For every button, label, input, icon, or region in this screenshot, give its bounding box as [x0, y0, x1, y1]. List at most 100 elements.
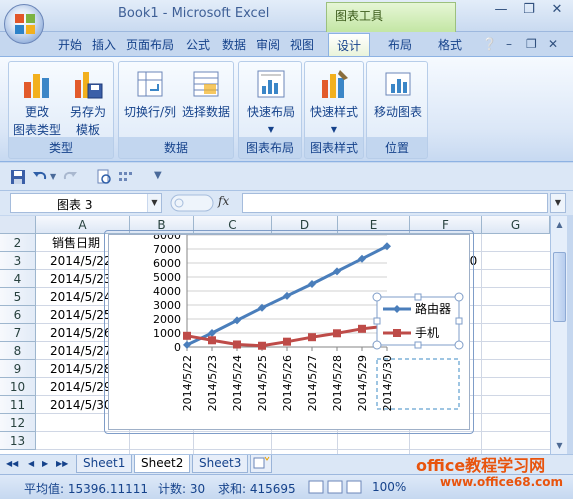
next-sheet-icon[interactable]: ▶ [42, 459, 48, 468]
change-chart-type-button[interactable]: 更改 图表类型 [13, 68, 61, 139]
row-header-13[interactable]: 13 [0, 432, 36, 450]
cell-a5[interactable]: 2014/5/24 [50, 288, 112, 306]
chart-type-icon [24, 74, 49, 98]
legend-handle[interactable] [455, 317, 463, 325]
series-point-1 [283, 337, 291, 346]
legend-handle[interactable] [454, 340, 464, 350]
customize-qat-icon[interactable]: ▼ [154, 170, 170, 186]
row-header-11[interactable]: 11 [0, 396, 36, 414]
tab-design[interactable]: 设计 [328, 33, 371, 57]
cell-a4[interactable]: 2014/5/23 [50, 270, 112, 288]
insert-sheet-icon [253, 456, 270, 469]
tab-data[interactable]: 数据 [222, 36, 246, 54]
series-point-1 [208, 336, 216, 345]
legend-handle[interactable] [372, 292, 382, 302]
quick-layout-button[interactable]: 快速布局 ▼ [241, 68, 301, 139]
row-header-6[interactable]: 6 [0, 306, 36, 324]
cell-a7[interactable]: 2014/5/26 [50, 324, 112, 342]
move-chart-button[interactable]: 移动图表 [369, 68, 427, 121]
ribbon-restore-icon[interactable]: ❐ [526, 37, 537, 51]
row-header-10[interactable]: 10 [0, 378, 36, 396]
ribbon-minimize-icon[interactable]: – [506, 37, 512, 51]
formula-bar: 图表 3 ▼ fx ▼ [0, 191, 573, 215]
prev-sheet-icon[interactable]: ◀ [28, 459, 34, 468]
last-sheet-icon[interactable]: ▶▶ [56, 459, 68, 468]
legend-handle[interactable] [372, 340, 382, 350]
y-tick-label: 3000 [153, 299, 181, 312]
print-preview-icon[interactable] [96, 169, 112, 185]
select-data-button[interactable]: 选择数据 [179, 68, 233, 121]
row-header-7[interactable]: 7 [0, 324, 36, 342]
first-sheet-icon[interactable]: ◀◀ [6, 459, 18, 468]
save-icon[interactable] [10, 169, 26, 185]
switch-row-column-icon [137, 71, 163, 97]
scroll-down-icon[interactable]: ▼ [552, 438, 567, 453]
close-button[interactable]: ✕ [544, 2, 570, 20]
cell-a3[interactable]: 2014/5/22 [50, 252, 112, 270]
column-header-g[interactable]: G [482, 216, 550, 234]
insert-sheet-button[interactable] [250, 455, 272, 473]
legend-handle[interactable] [454, 292, 464, 302]
scroll-up-icon[interactable]: ▲ [552, 217, 567, 232]
x-tick-label: 2014/5/22 [181, 355, 194, 411]
legend-label-0: 路由器 [415, 301, 451, 316]
expand-formula-icon[interactable]: ▼ [550, 193, 566, 213]
minimize-button[interactable]: — [488, 2, 514, 20]
chart-area[interactable]: 0 1000 2000 3000 4000 5000 6000 7000 8000 2014/5/… [108, 229, 470, 430]
quick-style-button[interactable]: 快速样式 ▼ [305, 68, 363, 139]
legend-handle[interactable] [414, 341, 422, 349]
row-header-2[interactable]: 2 [0, 234, 36, 252]
switch-row-column-label: 切换行/列 [123, 105, 177, 119]
name-box[interactable]: 图表 3 ▼ [10, 193, 162, 213]
tab-insert[interactable]: 插入 [92, 36, 116, 54]
sheet-tab-3[interactable]: Sheet3 [192, 455, 249, 473]
group-type-label: 类型 [48, 141, 73, 155]
tab-formulas[interactable]: 公式 [186, 36, 210, 54]
tab-layout[interactable]: 布局 [388, 36, 412, 54]
row-header-4[interactable]: 4 [0, 270, 36, 288]
name-box-dropdown-icon[interactable]: ▼ [147, 194, 161, 212]
cell-a10[interactable]: 2014/5/29 [50, 378, 112, 396]
insert-function-icon[interactable]: fx [218, 194, 229, 208]
row-header-9[interactable]: 9 [0, 360, 36, 378]
row-header-3[interactable]: 3 [0, 252, 36, 270]
cell-a2[interactable]: 销售日期 [52, 234, 100, 252]
legend-handle[interactable] [373, 317, 381, 325]
zoom-level[interactable]: 100% [372, 480, 406, 494]
formula-input[interactable] [242, 193, 548, 213]
help-icon[interactable]: ❔ [482, 37, 497, 51]
tab-page-layout[interactable]: 页面布局 [126, 36, 174, 54]
office-button[interactable] [4, 4, 44, 44]
cell-a11[interactable]: 2014/5/30 [50, 396, 112, 414]
cell-a8[interactable]: 2014/5/27 [50, 342, 112, 360]
row-header-12[interactable]: 12 [0, 414, 36, 432]
save-as-template-button[interactable]: 另存为 模板 [65, 68, 111, 139]
vertical-scrollbar[interactable]: ▲ ▼ [550, 216, 567, 454]
row-header-8[interactable]: 8 [0, 342, 36, 360]
tab-format[interactable]: 格式 [438, 36, 462, 54]
restore-button[interactable]: ❐ [516, 2, 542, 20]
undo-icon[interactable] [32, 169, 48, 185]
status-average: 平均值: 15396.11111 [24, 482, 149, 496]
y-tick-label: 5000 [153, 271, 181, 284]
tab-home[interactable]: 开始 [58, 36, 82, 54]
sheet-tab-1[interactable]: Sheet1 [76, 455, 133, 473]
formula-cancel-enter-icon [170, 194, 214, 212]
ribbon-close-icon[interactable]: ✕ [548, 37, 558, 51]
y-tick-label: 0 [174, 341, 181, 354]
row-header-5[interactable]: 5 [0, 288, 36, 306]
sheet-tab-2[interactable]: Sheet2 [134, 455, 191, 473]
select-all-corner[interactable] [0, 216, 36, 234]
tab-view[interactable]: 视图 [290, 36, 314, 54]
switch-row-column-button[interactable]: 切换行/列 [121, 68, 179, 121]
cell-a9[interactable]: 2014/5/28 [50, 360, 112, 378]
scroll-thumb[interactable] [553, 252, 566, 322]
cell-a6[interactable]: 2014/5/25 [50, 306, 112, 324]
legend-handle[interactable] [414, 293, 422, 301]
chart-format-icon[interactable] [118, 169, 134, 185]
y-tick-label: 1000 [153, 327, 181, 340]
tab-review[interactable]: 审阅 [256, 36, 280, 54]
redo-icon[interactable] [62, 169, 78, 185]
view-buttons-icon[interactable] [308, 480, 364, 494]
y-tick-label: 6000 [153, 257, 181, 270]
